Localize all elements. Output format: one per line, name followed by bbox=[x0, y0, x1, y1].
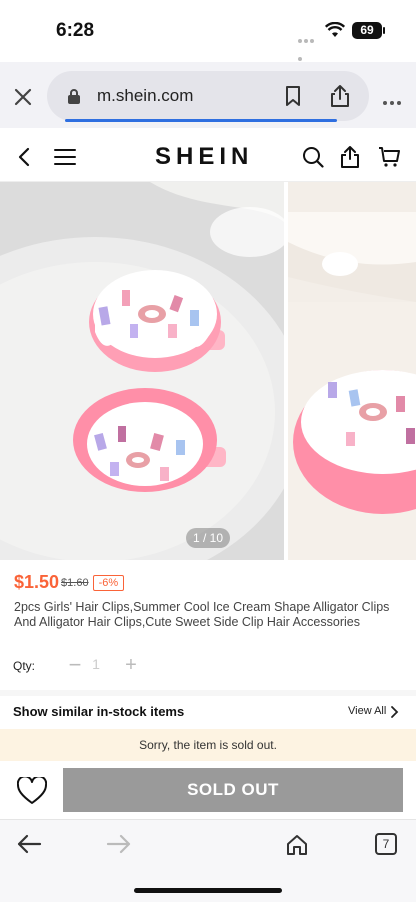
battery-icon: 69 bbox=[352, 22, 382, 39]
original-price: $1.60 bbox=[61, 576, 89, 589]
sold-out-notice: Sorry, the item is sold out. bbox=[0, 729, 416, 761]
qty-increase-button[interactable]: + bbox=[117, 652, 145, 680]
qty-decrease-button[interactable]: − bbox=[61, 652, 89, 680]
product-gallery[interactable]: 1 / 10 bbox=[0, 182, 416, 560]
home-icon[interactable] bbox=[285, 833, 309, 862]
url-text: m.shein.com bbox=[97, 86, 194, 105]
share-icon[interactable] bbox=[340, 145, 360, 174]
bottom-action-bar: SOLD OUT bbox=[0, 761, 416, 819]
back-chevron-icon[interactable] bbox=[16, 147, 32, 172]
qty-value[interactable]: 1 bbox=[91, 656, 101, 672]
status-time: 6:28 bbox=[56, 20, 95, 41]
similar-items-label: Show similar in-stock items bbox=[13, 704, 185, 719]
lock-icon bbox=[67, 88, 81, 109]
sale-price: $1.50 bbox=[14, 572, 60, 592]
shein-logo[interactable]: SHEIN bbox=[155, 143, 253, 171]
tabs-count-button[interactable]: 7 bbox=[375, 833, 397, 855]
discount-badge: -6% bbox=[92, 574, 125, 591]
share-icon[interactable] bbox=[329, 84, 351, 113]
product-image-secondary[interactable] bbox=[288, 182, 416, 560]
wifi-icon bbox=[324, 21, 346, 43]
search-icon[interactable] bbox=[302, 146, 324, 173]
site-header: SHEIN bbox=[0, 128, 416, 182]
signal-dots-icon bbox=[298, 30, 320, 61]
page-load-progress bbox=[65, 119, 337, 122]
wishlist-heart-icon[interactable] bbox=[16, 775, 48, 810]
back-arrow-icon[interactable] bbox=[16, 833, 42, 860]
menu-icon[interactable] bbox=[54, 148, 76, 171]
similar-items-row[interactable]: Show similar in-stock items View All bbox=[0, 696, 416, 729]
sold-out-button[interactable]: SOLD OUT bbox=[63, 768, 403, 812]
home-indicator bbox=[134, 888, 282, 893]
bookmark-icon[interactable] bbox=[283, 85, 303, 112]
qty-label: Qty: bbox=[13, 659, 36, 673]
forward-arrow-icon[interactable] bbox=[106, 833, 132, 860]
quantity-stepper: Qty: − 1 + bbox=[13, 652, 213, 680]
close-icon[interactable] bbox=[10, 84, 36, 110]
status-bar: 6:28 69 bbox=[0, 0, 416, 62]
view-all-link[interactable]: View All bbox=[348, 705, 386, 717]
product-image-main[interactable] bbox=[0, 182, 284, 560]
product-title: 2pcs Girls' Hair Clips,Summer Cool Ice C… bbox=[14, 600, 390, 629]
price-row: $1.50 $1.60 -6% bbox=[14, 572, 125, 594]
more-options-icon[interactable] bbox=[383, 92, 404, 110]
battery-cap bbox=[383, 27, 385, 34]
gallery-counter: 1 / 10 bbox=[186, 528, 230, 548]
cart-icon[interactable] bbox=[378, 146, 400, 173]
browser-url-bar: m.shein.com bbox=[0, 62, 416, 128]
chevron-right-icon[interactable] bbox=[390, 705, 400, 724]
address-field[interactable]: m.shein.com bbox=[47, 71, 369, 122]
